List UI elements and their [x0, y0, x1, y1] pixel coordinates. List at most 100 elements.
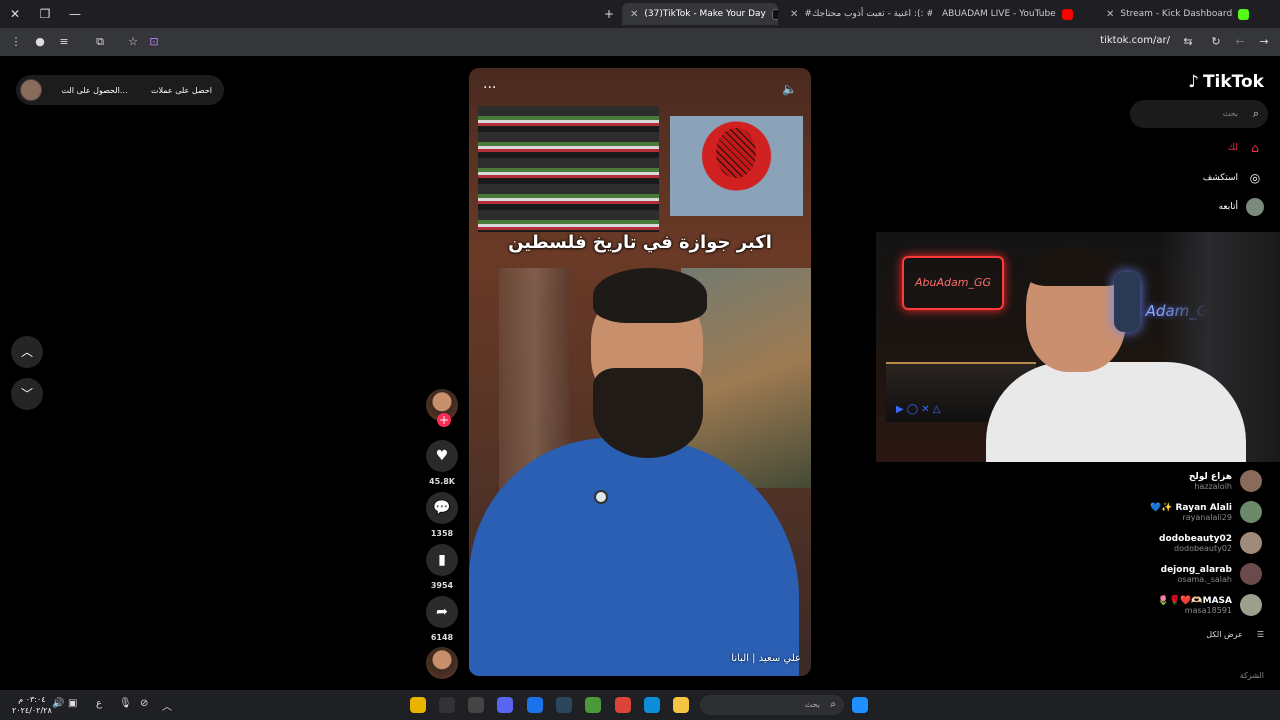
company-link[interactable]: الشركة: [1240, 671, 1264, 680]
bookmark-star-icon[interactable]: ☆: [125, 34, 141, 50]
file-explorer-taskbar-icon[interactable]: [673, 697, 689, 713]
avatar: [1240, 470, 1262, 492]
user-avatar[interactable]: [20, 79, 42, 101]
video-caption-overlay: اكبر جوازة في تاريخ فلسطين: [508, 232, 772, 253]
account-handle: hazzalolh: [1194, 481, 1232, 491]
edge-taskbar-icon[interactable]: [644, 697, 660, 713]
tab-song[interactable]: ✕ #اغنية - تعبت أذوب محتاجك :(: #: [782, 3, 932, 25]
follow-plus-icon[interactable]: +: [437, 413, 451, 427]
epic-games-taskbar-icon[interactable]: [439, 697, 455, 713]
forward-icon[interactable]: →: [1256, 34, 1272, 50]
nav-item-following[interactable]: أتابعه: [1219, 198, 1264, 216]
system-clock[interactable]: ٠٣:٠٤ م ٢٠٢٤/٠٢/٢٨: [12, 694, 52, 716]
following-account[interactable]: هزاع لولح hazzalolh: [1189, 470, 1262, 492]
save-button[interactable]: ▮ 3954: [426, 544, 458, 590]
search-icon[interactable]: ⌕: [1253, 100, 1259, 128]
clock-time: ٠٣:٠٤ م: [18, 695, 46, 704]
share-icon: ➦: [426, 596, 458, 628]
search-input[interactable]: بحث ⌕: [1130, 100, 1268, 128]
account-name: هزاع لولح: [1188, 471, 1232, 482]
youtube-favicon-icon: [1061, 8, 1073, 20]
see-all-link[interactable]: ☰ عرض الكل: [1206, 630, 1264, 639]
following-account[interactable]: dodobeauty02 dodobeauty02: [1159, 532, 1262, 554]
tab-tiktok[interactable]: ✕ (37)TikTok - Make Your Day: [622, 3, 778, 25]
tiktok-favicon-icon: [771, 8, 778, 20]
streamer-shirt: [986, 362, 1246, 462]
url-text[interactable]: tiktok.com/ar/: [1100, 35, 1170, 46]
chrome-taskbar-icon[interactable]: [410, 697, 426, 713]
taskbar-search-placeholder: بحث: [804, 700, 820, 709]
nav-item-foryou[interactable]: ⌂ لك: [1228, 139, 1264, 157]
site-settings-icon[interactable]: ⇆: [1180, 34, 1196, 50]
home-icon: ⌂: [1251, 141, 1259, 155]
like-button[interactable]: ♥ 45.8K: [426, 440, 458, 486]
profile-icon[interactable]: ⊡: [146, 34, 162, 50]
playlist-icon[interactable]: ≡: [56, 34, 72, 50]
sound-avatar[interactable]: [426, 647, 458, 679]
nav-item-explore[interactable]: ◎ استكشف: [1203, 169, 1264, 187]
network-tray-icon[interactable]: ▣: [68, 698, 77, 709]
share-button[interactable]: ➦ 6148: [426, 596, 458, 642]
search-icon: ⌕: [830, 699, 836, 710]
windows-start-icon[interactable]: [852, 697, 868, 713]
more-options-icon[interactable]: ···: [483, 80, 496, 96]
get-app-link[interactable]: الحصول على الت...: [61, 86, 127, 95]
close-tab-icon[interactable]: ✕: [790, 9, 798, 20]
discord-taskbar-icon[interactable]: [497, 697, 513, 713]
microphone-tray-icon[interactable]: 🎙: [119, 698, 132, 709]
comment-icon: 💬: [426, 492, 458, 524]
next-video-button[interactable]: ﹀: [11, 378, 43, 410]
get-coins-link[interactable]: احصل على عملات: [151, 86, 212, 95]
close-window-icon[interactable]: ✕: [6, 5, 24, 23]
close-tab-icon[interactable]: ✕: [1106, 9, 1114, 20]
kick-favicon-icon: [1238, 8, 1250, 20]
tab-title: ABUADAM LIVE - YouTube: [942, 9, 1056, 19]
coins-bar[interactable]: الحصول على الت... احصل على عملات: [16, 75, 224, 105]
volume-tray-icon[interactable]: 🔊: [52, 698, 64, 709]
following-account[interactable]: MASA🫶🏻❤️🌹🌷 masa18591: [1158, 594, 1262, 616]
list-icon: ☰: [1256, 630, 1264, 639]
puzzle-icon[interactable]: ⧉: [92, 34, 108, 50]
close-tab-icon[interactable]: ✕: [630, 9, 638, 20]
following-account[interactable]: Rayan Alali ✨💙 rayanalali29: [1150, 501, 1262, 523]
video-author[interactable]: علي سعيد | البانا: [731, 653, 801, 664]
avatar: [1240, 594, 1262, 616]
minimize-window-icon[interactable]: —: [66, 5, 84, 23]
taskbar: ٠٣:٠٤ م ٢٠٢٤/٠٢/٢٨ 🔊 ▣ ع 🎙 ⊘ ︿ بحث ⌕: [0, 690, 1280, 720]
tab-kick[interactable]: ✕ Stream - Kick Dashboard: [1098, 3, 1254, 25]
tab-youtube[interactable]: ABUADAM LIVE - YouTube: [934, 3, 1094, 25]
chevron-up-icon[interactable]: ︿: [162, 698, 172, 713]
avatar: [1240, 563, 1262, 585]
coffins-image: [478, 106, 659, 232]
camera-tray-icon[interactable]: ⊘: [140, 698, 148, 709]
restore-window-icon[interactable]: ❐: [36, 5, 54, 23]
nav-label: استكشف: [1202, 173, 1238, 183]
tiktok-logo[interactable]: ♪ TikTok: [1188, 72, 1264, 92]
tab-title: (37)TikTok - Make Your Day: [644, 9, 766, 19]
heart-icon: ♥: [426, 440, 458, 472]
browser-tab-bar: ✕ ❐ — + ✕ (37)TikTok - Make Your Day ✕ #…: [0, 0, 1280, 28]
account-name: MASA🫶🏻❤️🌹🌷: [1157, 595, 1232, 606]
video-player[interactable]: اكبر جوازة في تاريخ فلسطين ··· 🔈 علي سعي…: [469, 68, 811, 676]
reload-icon[interactable]: ↻: [1208, 34, 1224, 50]
app-taskbar-icon[interactable]: [585, 697, 601, 713]
new-tab-icon[interactable]: +: [600, 5, 618, 23]
account-handle: rayanalali29: [1182, 512, 1232, 522]
bookmark-icon: ▮: [426, 544, 458, 576]
presenter-hair: [593, 268, 707, 323]
following-account[interactable]: dejong_alarab osama._salah: [1161, 563, 1262, 585]
volume-icon[interactable]: 🔈: [782, 82, 797, 96]
extension-icon[interactable]: ●: [32, 34, 48, 50]
chrome-profile-taskbar-icon[interactable]: [615, 697, 631, 713]
comment-button[interactable]: 💬 1358: [426, 492, 458, 538]
back-icon[interactable]: ←: [1232, 34, 1248, 50]
chrome-active-taskbar-icon[interactable]: [527, 697, 543, 713]
steam-taskbar-icon[interactable]: [556, 697, 572, 713]
previous-video-button[interactable]: ︿: [11, 336, 43, 368]
account-handle: osama._salah: [1177, 574, 1232, 584]
language-indicator[interactable]: ع: [96, 698, 102, 709]
menu-dots-icon[interactable]: ⋮: [8, 34, 24, 50]
like-count: 45.8K: [429, 477, 455, 486]
taskbar-search-input[interactable]: بحث ⌕: [700, 695, 844, 715]
app-taskbar-icon[interactable]: [468, 697, 484, 713]
